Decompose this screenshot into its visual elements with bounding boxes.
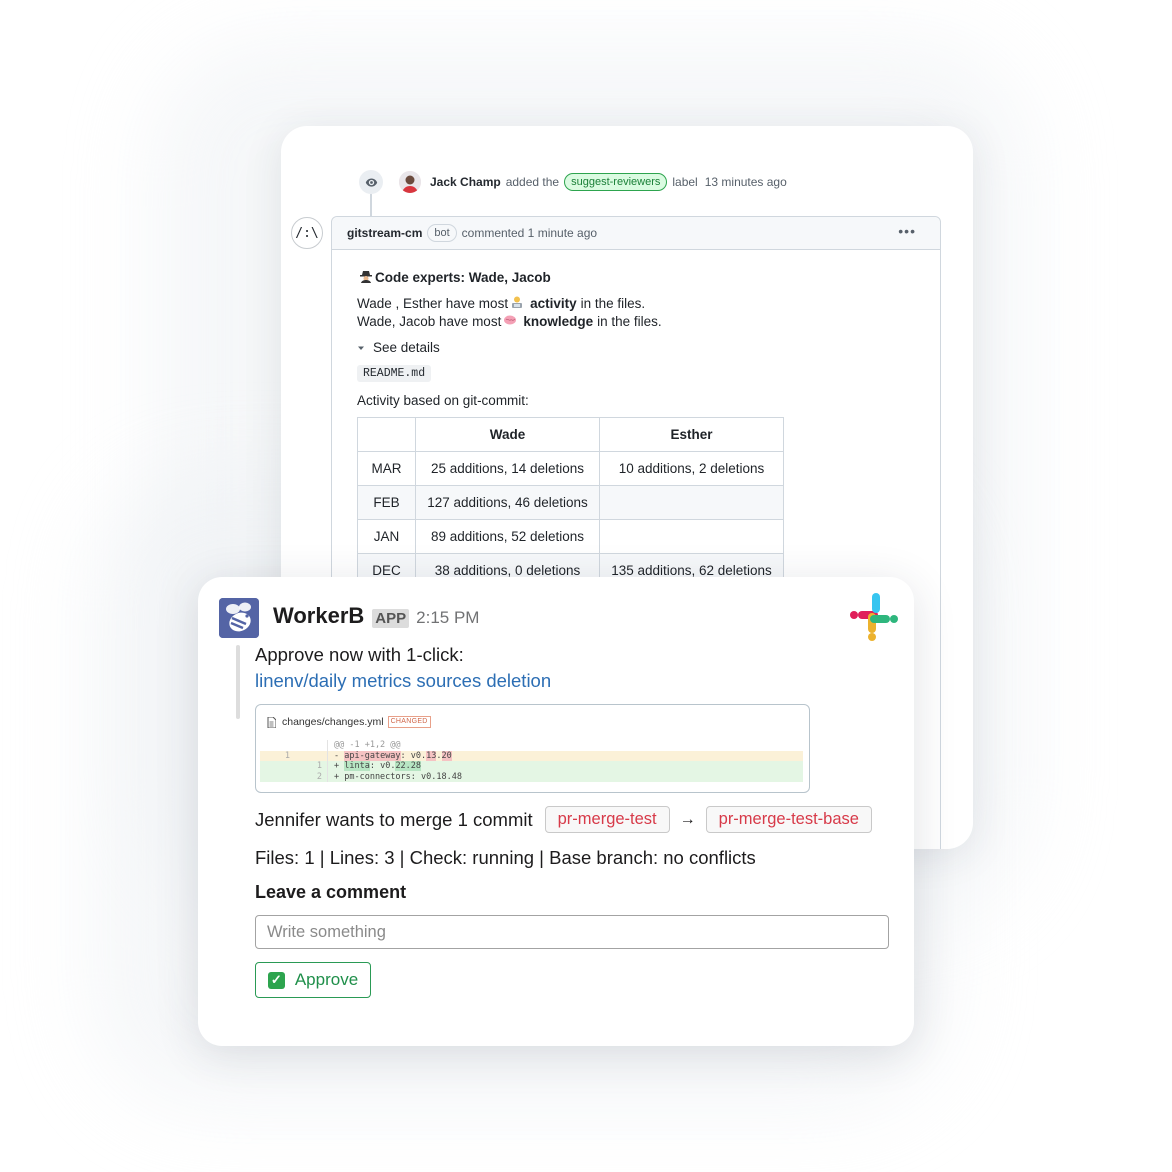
activity-line: Wade , Esther have most activity in the …: [357, 295, 784, 313]
diff-preview[interactable]: changes/changes.yml CHANGED @@ -1 +1,2 @…: [255, 704, 810, 793]
target-branch-chip[interactable]: pr-merge-test-base: [705, 806, 872, 833]
activity-caption: Activity based on git-commit:: [357, 393, 529, 408]
knowledge-prefix: Wade, Jacob have most: [357, 314, 502, 329]
check-mark-icon: ✓: [267, 971, 285, 989]
diff-deleted-line: 1 - api-gateway: v0.13.20: [260, 750, 803, 761]
label-event: Jack Champ added the suggest-reviewers l…: [359, 170, 787, 194]
message-sender-row: WorkerB APP 2:15 PM: [273, 603, 479, 629]
source-branch-chip[interactable]: pr-merge-test: [544, 806, 670, 833]
quote-bar: [236, 645, 240, 719]
code-experts-title: Code experts: Wade, Jacob: [357, 269, 784, 286]
caret-down-icon: [357, 344, 365, 352]
event-suffix: label: [672, 175, 698, 189]
bot-avatar[interactable]: /:\: [291, 217, 323, 249]
line-number: 1: [284, 750, 290, 761]
table-row: FEB 127 additions, 46 deletions: [357, 485, 784, 520]
leave-comment-title: Leave a comment: [255, 882, 407, 902]
line-number: 1: [290, 761, 328, 772]
table-cell: 127 additions, 46 deletions: [415, 485, 600, 520]
user-avatar[interactable]: [399, 171, 421, 193]
timeline-line: [370, 194, 372, 216]
file-icon: [267, 716, 276, 728]
event-action: added the: [505, 175, 560, 189]
table-cell: JAN: [357, 519, 416, 554]
eye-icon: [359, 170, 383, 194]
brain-icon: [503, 313, 517, 331]
app-badge: APP: [372, 609, 410, 628]
approve-label: Approve: [294, 970, 359, 989]
knowledge-suffix: in the files.: [597, 314, 662, 329]
arrow-right-icon: →: [679, 810, 696, 828]
comment-header: gitstream-cm bot commented 1 minute ago …: [332, 217, 940, 250]
bot-badge: bot: [427, 224, 457, 242]
technologist-icon: [510, 295, 524, 313]
slack-logo-icon: [848, 591, 900, 643]
more-options-icon[interactable]: •••: [898, 223, 916, 239]
approve-button[interactable]: ✓ Approve: [255, 962, 371, 998]
table-cell: [599, 485, 784, 520]
diff-hunk-text: @@ -1 +1,2 @@: [334, 740, 401, 750]
knowledge-bold: knowledge: [523, 314, 594, 329]
workerb-bee-icon[interactable]: [219, 598, 259, 638]
merge-row: Jennifer wants to merge 1 commit pr-merg…: [255, 806, 872, 833]
changed-badge: CHANGED: [387, 716, 431, 728]
table-header-row: Wade Esther: [357, 417, 784, 452]
event-actor[interactable]: Jack Champ: [430, 175, 501, 189]
table-cell: FEB: [357, 485, 416, 520]
detective-icon: [359, 269, 373, 286]
diff-added-line: 1 + linta: v0.22.28: [260, 761, 803, 772]
knowledge-line: Wade, Jacob have most knowledge in the f…: [357, 313, 784, 331]
diff-added-code: + pm-connectors: v0.18.48: [334, 771, 462, 782]
see-details-label: See details: [373, 340, 440, 355]
table-cell: 10 additions, 2 deletions: [599, 451, 784, 486]
sender-name[interactable]: WorkerB: [273, 603, 364, 629]
activity-prefix: Wade , Esther have most: [357, 296, 509, 311]
activity-table: Wade Esther MAR 25 additions, 14 deletio…: [357, 417, 784, 588]
label-pill[interactable]: suggest-reviewers: [564, 173, 668, 191]
diff-deleted-code: - api-gateway: v0.13.20: [334, 750, 452, 761]
code-experts-text: Code experts: Wade, Jacob: [375, 270, 551, 285]
line-number: 2: [290, 771, 328, 782]
comment-meta[interactable]: commented 1 minute ago: [462, 226, 597, 240]
comment-input[interactable]: [255, 915, 889, 949]
pr-link[interactable]: linenv/daily metrics sources deletion: [255, 670, 551, 692]
table-cell: 25 additions, 14 deletions: [415, 451, 600, 486]
table-cell: MAR: [357, 451, 416, 486]
activity-suffix: in the files.: [580, 296, 646, 311]
slack-message-card: WorkerB APP 2:15 PM Approve now with 1-c…: [198, 577, 914, 1046]
table-header: Esther: [599, 417, 784, 452]
activity-bold: activity: [530, 296, 577, 311]
message-time[interactable]: 2:15 PM: [416, 608, 479, 628]
diff-header: changes/changes.yml CHANGED: [256, 705, 809, 739]
merge-text: Jennifer wants to merge 1 commit: [255, 808, 533, 830]
pr-stats-text: Files: 1 | Lines: 3 | Check: running | B…: [255, 847, 756, 868]
file-chip: README.md: [357, 365, 432, 382]
diff-added-line: 2 + pm-connectors: v0.18.48: [260, 771, 803, 782]
table-header: Wade: [415, 417, 600, 452]
diff-file-name: changes/changes.yml: [282, 716, 384, 728]
table-row: JAN 89 additions, 52 deletions: [357, 519, 784, 554]
approve-now-text: Approve now with 1-click:: [255, 644, 464, 665]
comment-author[interactable]: gitstream-cm: [347, 226, 422, 240]
event-time[interactable]: 13 minutes ago: [705, 175, 787, 189]
comment-body: Code experts: Wade, Jacob Wade , Esther …: [357, 269, 784, 588]
table-cell: [599, 519, 784, 554]
table-row: MAR 25 additions, 14 deletions 10 additi…: [357, 451, 784, 486]
see-details-toggle[interactable]: See details: [357, 340, 784, 355]
table-cell: 89 additions, 52 deletions: [415, 519, 600, 554]
diff-lines: @@ -1 +1,2 @@ 1 - api-gateway: v0.13.20 …: [260, 740, 803, 782]
diff-added-code: + linta: v0.22.28: [334, 761, 422, 771]
diff-hunk-line: @@ -1 +1,2 @@: [260, 740, 803, 751]
table-header: [357, 417, 416, 452]
